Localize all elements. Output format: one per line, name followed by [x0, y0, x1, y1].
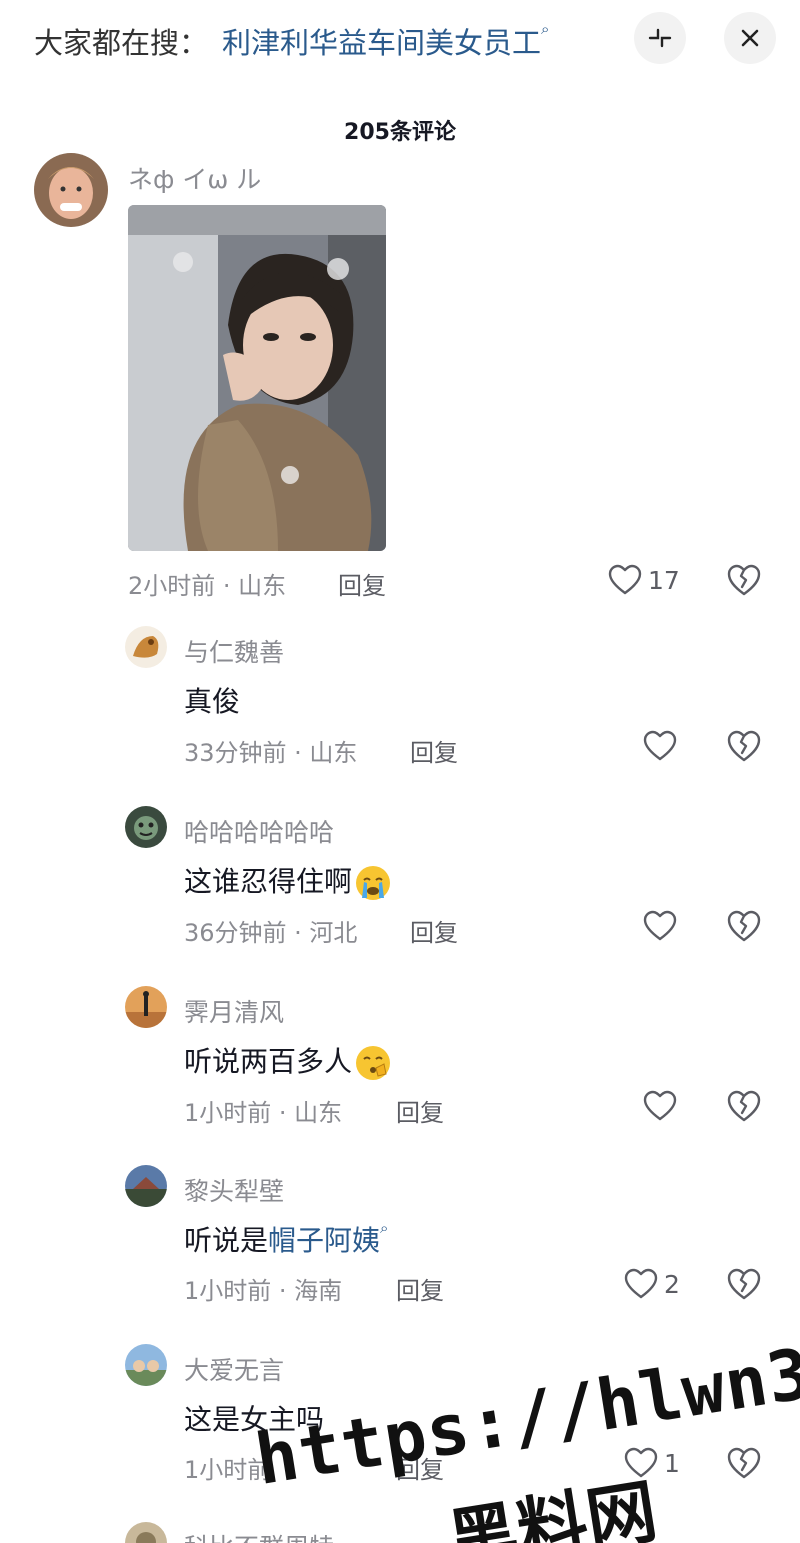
- heart-icon: [624, 1268, 658, 1299]
- avatar[interactable]: [125, 986, 167, 1028]
- comment-username[interactable]: 霁月清风: [184, 993, 284, 1029]
- watermark-name: 黑料网: [442, 1469, 663, 1543]
- watermark-url: https://hlwn3.com: [250, 1305, 800, 1501]
- reply-button[interactable]: 回复: [396, 1271, 444, 1306]
- dislike-button[interactable]: [726, 729, 762, 767]
- close-icon: [741, 29, 759, 47]
- search-icon: ⌕: [541, 20, 550, 38]
- broken-heart-icon: [727, 1268, 761, 1300]
- comment-username[interactable]: 大爱无言: [184, 1351, 284, 1387]
- dislike-button[interactable]: [726, 1446, 762, 1484]
- reply-button[interactable]: 回复: [410, 733, 458, 768]
- avatar[interactable]: [125, 1344, 167, 1386]
- search-suggestion-prefix: 大家都在搜：: [34, 26, 209, 60]
- heart-icon: [643, 730, 677, 761]
- dislike-button[interactable]: [726, 1267, 762, 1305]
- dislike-button[interactable]: [726, 1089, 762, 1127]
- heart-icon: [608, 564, 642, 595]
- avatar[interactable]: [125, 626, 167, 668]
- comment-username[interactable]: ネф イω ル: [128, 160, 261, 196]
- search-tag-link[interactable]: 帽子阿姨: [268, 1224, 380, 1257]
- broken-heart-icon: [727, 910, 761, 942]
- dislike-button[interactable]: [726, 563, 762, 601]
- comment-username[interactable]: 科比不群周特: [184, 1528, 334, 1543]
- search-suggestion-bar: 大家都在搜： 利津利华益车间美女员工⌕: [0, 0, 800, 80]
- heart-icon: [643, 910, 677, 941]
- broken-heart-icon: [727, 1090, 761, 1122]
- like-count: 2: [664, 1269, 680, 1299]
- comment-text: 听说两百多人: [184, 1040, 392, 1082]
- comment-meta: 2小时前 · 山东: [128, 572, 287, 600]
- dislike-button[interactable]: [726, 909, 762, 947]
- comment-username[interactable]: 哈哈哈哈哈哈: [184, 813, 334, 849]
- comment-text: 真俊: [184, 685, 241, 718]
- search-icon: ⌕: [380, 1219, 389, 1237]
- like-button[interactable]: [643, 1090, 683, 1122]
- search-suggestion-link[interactable]: 利津利华益车间美女员工⌕: [222, 20, 549, 62]
- reply-button[interactable]: 回复: [396, 1093, 444, 1128]
- comment-text: 这谁忍得住啊: [184, 860, 392, 902]
- heart-icon: [643, 1090, 677, 1121]
- comment-username[interactable]: 与仁魏善: [184, 633, 284, 669]
- comment-meta: 33分钟前 · 山东: [184, 739, 358, 767]
- close-button[interactable]: [724, 12, 776, 64]
- broken-heart-icon: [727, 730, 761, 762]
- crying-emoji: [356, 866, 391, 900]
- minimize-button[interactable]: [634, 12, 686, 64]
- comment-username[interactable]: 黎头犁壁: [184, 1172, 284, 1208]
- comment-text: 听说是帽子阿姨⌕: [184, 1219, 389, 1257]
- comment-image[interactable]: [128, 205, 386, 551]
- comment-meta: 1小时前 · 山东: [184, 1099, 343, 1127]
- comment-meta: 36分钟前 · 河北: [184, 919, 358, 947]
- minimize-icon: [648, 28, 672, 48]
- comment-meta: 1小时前 · 海南: [184, 1277, 343, 1305]
- reply-button[interactable]: 回复: [410, 913, 458, 948]
- broken-heart-icon: [727, 1447, 761, 1479]
- avatar[interactable]: [34, 153, 108, 227]
- like-count: 1: [664, 1448, 680, 1478]
- shush-emoji: [356, 1046, 391, 1080]
- like-count: 17: [648, 565, 680, 595]
- reply-button[interactable]: 回复: [338, 566, 386, 601]
- like-button[interactable]: 17: [608, 564, 680, 596]
- like-button[interactable]: [643, 730, 683, 762]
- comment-count-title: 205条评论: [344, 120, 456, 145]
- like-button[interactable]: 2: [624, 1268, 680, 1300]
- broken-heart-icon: [727, 564, 761, 596]
- avatar[interactable]: [125, 1165, 167, 1207]
- like-button[interactable]: [643, 910, 683, 942]
- avatar[interactable]: [125, 806, 167, 848]
- avatar[interactable]: [125, 1522, 167, 1543]
